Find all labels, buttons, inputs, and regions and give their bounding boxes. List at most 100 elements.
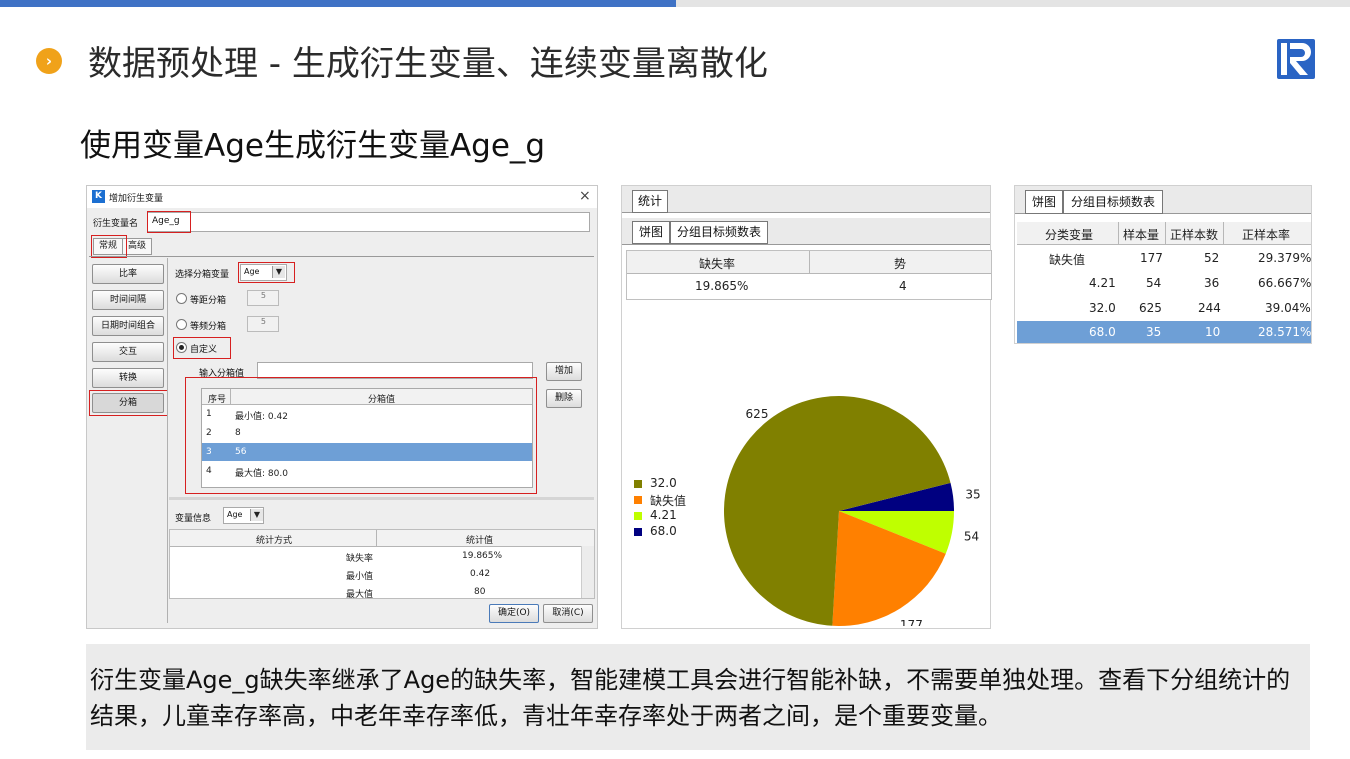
divider xyxy=(167,258,168,623)
top-accent-bar xyxy=(0,0,676,7)
select-bin-variable-label: 选择分箱变量 xyxy=(175,270,230,280)
stat-table-header xyxy=(170,530,594,547)
datetime-combine-button[interactable]: 日期时间组合 xyxy=(92,316,164,336)
legend-label: 4.21 xyxy=(650,508,677,522)
dialog-titlebar xyxy=(87,186,597,208)
variable-info-value: Age xyxy=(227,510,243,519)
dialog-title: 增加衍生变量 xyxy=(109,194,164,204)
divider xyxy=(89,256,594,257)
stat-value: 0.42 xyxy=(470,569,491,579)
missing-rate-value: 19.865% xyxy=(695,279,749,293)
spinner-value: 5 xyxy=(260,317,266,326)
equal-freq-spinner[interactable]: 5 xyxy=(247,316,279,332)
positive-rate-cell: 39.04% xyxy=(1265,301,1311,315)
add-button[interactable]: 增加 xyxy=(546,362,582,381)
stats-panel: 统计 饼图 分组目标频数表 缺失率 势 19.865% 4 32.0 缺失值 4… xyxy=(621,185,992,629)
variable-name-label: 衍生变量名 xyxy=(93,219,139,229)
positive-rate-cell: 29.379% xyxy=(1258,251,1312,265)
column-header-missing-rate: 缺失率 xyxy=(699,257,736,271)
tab-statistics[interactable]: 统计 xyxy=(632,190,668,213)
stat-name: 缺失率 xyxy=(346,554,374,564)
sample-size-cell: 625 xyxy=(1139,301,1162,315)
equal-width-label: 等距分箱 xyxy=(190,296,227,306)
highlight-box xyxy=(91,235,127,258)
category-cell: 68.0 xyxy=(1089,325,1116,339)
variable-info-select[interactable]: Age ▼ xyxy=(223,507,264,524)
variable-info-label: 变量信息 xyxy=(175,514,212,524)
positive-count-cell: 36 xyxy=(1204,276,1220,290)
stat-name: 最大值 xyxy=(346,590,374,599)
spinner-value: 5 xyxy=(260,291,266,300)
divider xyxy=(1118,222,1119,244)
column-header-positive-count: 正样本数 xyxy=(1170,228,1219,242)
tab-pie-chart[interactable]: 饼图 xyxy=(1025,190,1063,214)
divider xyxy=(376,530,377,546)
variable-name-input[interactable]: Age_g xyxy=(147,212,590,232)
tab-group-frequency[interactable]: 分组目标频数表 xyxy=(670,221,768,244)
column-header-positive-rate: 正样本率 xyxy=(1242,228,1291,242)
chevron-down-icon[interactable]: ▼ xyxy=(250,509,263,521)
divider xyxy=(1165,222,1166,244)
table-row[interactable]: 4.21 54 36 66.667% xyxy=(1017,272,1311,296)
group-frequency-panel: 饼图 分组目标频数表 分类变量 样本量 正样本数 正样本率 缺失值 177 52… xyxy=(1014,185,1312,344)
delete-button[interactable]: 删除 xyxy=(546,389,582,408)
legend-swatch xyxy=(634,480,642,488)
sample-size-cell: 35 xyxy=(1146,325,1162,339)
legend-swatch xyxy=(634,512,642,520)
highlight-box xyxy=(147,211,191,233)
legend-swatch xyxy=(634,528,642,536)
stat-value: 19.865% xyxy=(462,551,503,561)
tab-pie-chart[interactable]: 饼图 xyxy=(632,221,670,244)
column-header-cardinality: 势 xyxy=(894,257,907,271)
category-cell: 缺失值 xyxy=(1049,253,1086,267)
time-interval-button[interactable]: 时间间隔 xyxy=(92,290,164,310)
vertical-scrollbar[interactable] xyxy=(581,546,594,598)
pie-data-label-1: 177 xyxy=(900,618,923,626)
stat-name: 最小值 xyxy=(346,572,374,582)
slide-subtitle: 使用变量Age生成衍生变量Age_g xyxy=(80,128,546,164)
brand-logo-icon xyxy=(1277,39,1315,79)
table-row[interactable]: 32.0 625 244 39.04% xyxy=(1017,297,1311,321)
legend-label: 32.0 xyxy=(650,476,677,490)
cancel-button[interactable]: 取消(C) xyxy=(543,604,593,623)
tab-group-frequency[interactable]: 分组目标频数表 xyxy=(1063,190,1163,214)
splitter-handle[interactable] xyxy=(169,497,594,500)
equal-freq-label: 等频分箱 xyxy=(190,322,227,332)
stats-panel-tabbar xyxy=(622,186,990,213)
column-header-category: 分类变量 xyxy=(1045,228,1094,242)
sample-size-cell: 54 xyxy=(1146,276,1162,290)
pie-data-label-0: 625 xyxy=(746,407,769,421)
interaction-button[interactable]: 交互 xyxy=(92,342,164,362)
positive-rate-cell: 66.667% xyxy=(1258,276,1312,290)
positive-count-cell: 10 xyxy=(1205,325,1221,339)
chevron-right-icon: › xyxy=(36,48,62,74)
highlight-box xyxy=(173,337,231,359)
column-header-stat-value: 统计值 xyxy=(466,536,494,546)
highlight-box xyxy=(185,377,537,494)
equal-width-radio[interactable] xyxy=(176,293,187,304)
table-row[interactable]: 缺失值 177 52 29.379% xyxy=(1017,247,1311,271)
slide-title: 数据预处理 - 生成衍生变量、连续变量离散化 xyxy=(88,44,768,84)
equal-freq-radio[interactable] xyxy=(176,319,187,330)
derive-variable-dialog: K 增加衍生变量 × 衍生变量名 Age_g 常规 高级 比率 时间间隔 日期时… xyxy=(86,185,598,629)
legend-swatch xyxy=(634,496,642,504)
column-header-sample-size: 样本量 xyxy=(1123,228,1160,242)
transform-button[interactable]: 转换 xyxy=(92,368,164,388)
highlight-box xyxy=(238,262,295,283)
pie-data-label-3: 35 xyxy=(965,487,980,501)
category-cell: 32.0 xyxy=(1089,301,1116,315)
divider xyxy=(1223,222,1224,244)
ratio-button[interactable]: 比率 xyxy=(92,264,164,284)
legend-label: 68.0 xyxy=(650,524,677,538)
equal-width-spinner[interactable]: 5 xyxy=(247,290,279,306)
missing-rate-table: 缺失率 势 19.865% 4 xyxy=(626,250,992,300)
cardinality-value: 4 xyxy=(899,279,907,293)
highlight-box xyxy=(89,390,168,416)
ok-button[interactable]: 确定(O) xyxy=(489,604,539,623)
app-logo-icon: K xyxy=(92,190,105,203)
divider xyxy=(809,251,810,273)
stat-table: 统计方式 统计值 缺失率 19.865% 最小值 0.42 最大值 80 xyxy=(169,529,595,599)
close-icon[interactable]: × xyxy=(579,188,591,204)
positive-count-cell: 52 xyxy=(1204,251,1220,265)
table-row-selected[interactable]: 68.0 35 10 28.571% xyxy=(1017,321,1311,343)
